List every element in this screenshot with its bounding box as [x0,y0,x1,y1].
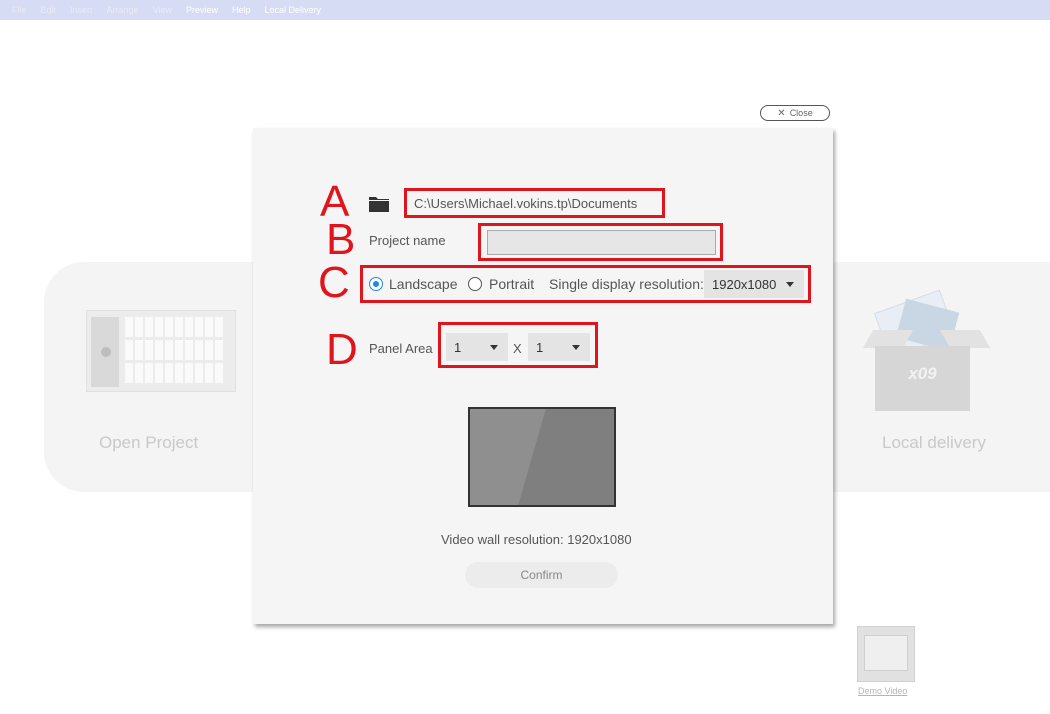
folder-icon[interactable] [369,195,389,212]
marker-c: C [318,258,350,307]
screen-icon [864,635,908,671]
close-button[interactable]: ✕ Close [760,105,830,121]
landscape-radio[interactable] [369,277,383,291]
menu-local-delivery[interactable]: Local Delivery [264,5,321,15]
menu-view[interactable]: View [153,5,172,15]
menu-insert[interactable]: Insert [70,5,93,15]
preview-shine [511,409,614,505]
project-name-label: Project name [369,233,446,248]
marker-d: D [326,325,358,374]
caret-down-icon [572,345,580,350]
folder-path[interactable]: C:\Users\Michael.vokins.tp\Documents [414,196,637,211]
local-delivery-label: Local delivery [882,433,986,452]
menu-arrange[interactable]: Arrange [107,5,139,15]
box-text: x09 [908,364,937,383]
box-icon: x09 [875,346,970,411]
caret-down-icon [490,345,498,350]
close-button-label: Close [789,108,813,118]
marker-b: B [326,215,356,264]
menu-bar: File Edit Insert Arrange View Preview He… [0,0,1050,20]
open-project-label: Open Project [99,433,199,452]
video-wall-resolution: Video wall resolution: 1920x1080 [441,532,632,547]
resolution-label: Single display resolution: [549,276,704,292]
panel-rows-dropdown[interactable]: 1 [528,333,590,361]
panel-rows-value: 1 [536,339,544,355]
menu-preview[interactable]: Preview [186,5,218,15]
close-icon: ✕ [777,107,786,119]
portrait-label[interactable]: Portrait [489,276,534,292]
panel-cols-value: 1 [454,339,462,355]
demo-video-thumbnail[interactable] [857,626,915,682]
resolution-value: 1920x1080 [712,276,777,292]
caret-down-icon [786,282,794,287]
menu-help[interactable]: Help [232,5,251,15]
panel-separator: X [513,341,522,356]
resolution-dropdown[interactable]: 1920x1080 [704,270,804,298]
highlight-b [478,223,723,261]
panel-cols-dropdown[interactable]: 1 [446,333,508,361]
landscape-label[interactable]: Landscape [389,276,458,292]
display-preview [468,407,616,507]
portrait-radio[interactable] [468,277,482,291]
panel-area-label: Panel Area [369,341,433,356]
menu-edit[interactable]: Edit [41,5,57,15]
menu-file[interactable]: File [12,5,27,15]
demo-video-link[interactable]: Demo Video [858,686,907,696]
open-project-illustration [86,310,236,392]
confirm-button[interactable]: Confirm [465,562,618,588]
